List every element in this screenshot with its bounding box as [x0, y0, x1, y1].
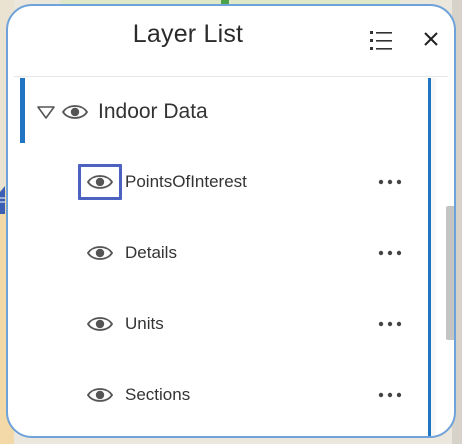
layer-row-details[interactable]: Details	[8, 235, 428, 275]
more-options-icon[interactable]	[376, 172, 404, 192]
layer-list-content: Indoor Data PointsOfInterest Details Uni…	[8, 78, 454, 436]
visibility-toggle[interactable]	[78, 164, 122, 200]
group-label: Indoor Data	[98, 100, 208, 123]
close-icon[interactable]	[420, 28, 442, 50]
selected-group-accent	[20, 78, 25, 143]
panel-title: Layer List	[132, 20, 244, 48]
layer-list-panel: Layer List Indoor Data PointsOfInterest …	[6, 4, 456, 438]
layer-label: Units	[125, 314, 164, 333]
eye-icon	[87, 317, 113, 331]
list-rail	[428, 78, 431, 436]
layer-label: PointsOfInterest	[125, 172, 247, 191]
eye-icon	[87, 388, 113, 402]
visibility-toggle[interactable]	[78, 306, 122, 342]
more-options-icon[interactable]	[376, 243, 404, 263]
header-divider	[14, 76, 448, 77]
scrollbar-thumb[interactable]	[446, 206, 454, 340]
eye-icon[interactable]	[62, 103, 88, 121]
layer-row-units[interactable]: Units	[8, 306, 428, 346]
more-options-icon[interactable]	[376, 314, 404, 334]
group-row-indoor-data[interactable]: Indoor Data	[36, 94, 208, 130]
list-options-icon[interactable]	[368, 28, 394, 54]
visibility-toggle[interactable]	[78, 377, 122, 413]
eye-icon	[87, 175, 113, 189]
layer-row-sections[interactable]: Sections	[8, 377, 428, 417]
layer-label: Details	[125, 243, 177, 262]
caret-down-icon[interactable]	[36, 102, 56, 122]
eye-icon	[87, 246, 113, 260]
more-options-icon[interactable]	[376, 385, 404, 405]
visibility-toggle[interactable]	[78, 235, 122, 271]
panel-header: Layer List	[8, 6, 454, 76]
layer-label: Sections	[125, 385, 191, 404]
layer-row-pointsofinterest[interactable]: PointsOfInterest	[8, 164, 428, 204]
